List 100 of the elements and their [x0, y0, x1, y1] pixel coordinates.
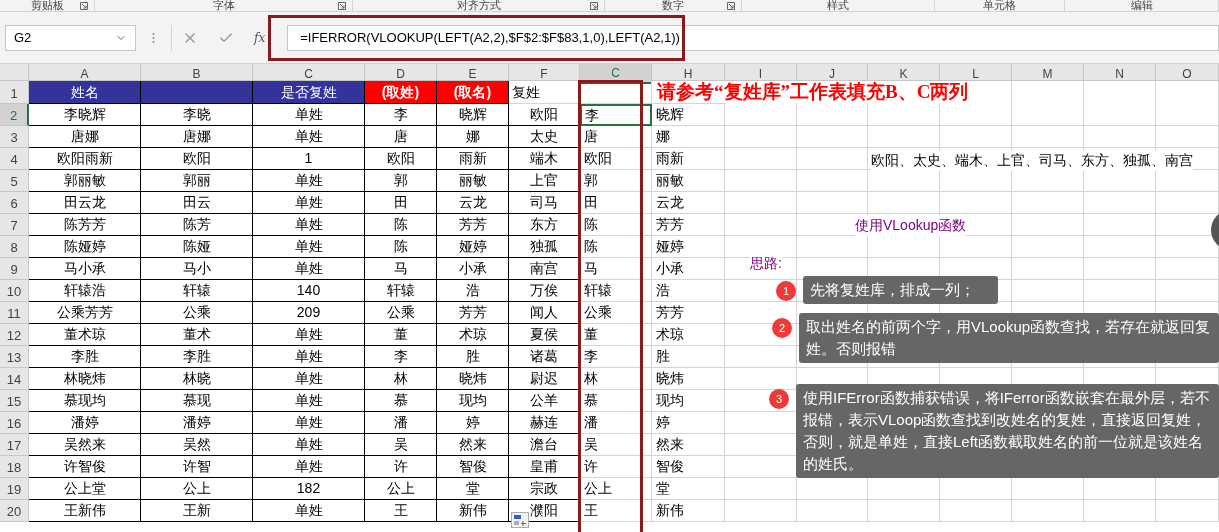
grid-cell: [725, 346, 797, 368]
table-cell: 欧阳: [580, 148, 652, 170]
grid-cell: [797, 170, 868, 192]
grid-cell: [940, 192, 1012, 214]
row-header[interactable]: 20: [0, 500, 29, 522]
table-cell: 轩辕: [580, 280, 652, 302]
table-cell: 王新伟: [29, 500, 141, 522]
row-header[interactable]: 13: [0, 346, 29, 368]
row-header[interactable]: 8: [0, 236, 29, 258]
table-cell: 李: [580, 346, 652, 368]
grid-cell: [1012, 258, 1084, 280]
paste-options-icon[interactable]: [511, 512, 529, 528]
table-cell: 许: [580, 456, 652, 478]
row-header[interactable]: 11: [0, 302, 29, 324]
table-cell: 公羊: [509, 390, 580, 412]
table-cell: 公乘: [141, 302, 253, 324]
table-cell: 单姓: [253, 368, 365, 390]
grid-cell: [1084, 258, 1156, 280]
row-header[interactable]: 12: [0, 324, 29, 346]
grid-cell: [1084, 500, 1156, 522]
dialog-launcher-icon[interactable]: [338, 2, 346, 10]
table-cell: 欧阳雨新: [29, 148, 141, 170]
insert-function-button[interactable]: fx: [254, 28, 266, 47]
row-header[interactable]: 1: [0, 81, 29, 104]
dialog-launcher-icon[interactable]: [727, 2, 735, 10]
table-cell: 唐: [365, 126, 437, 148]
row-header[interactable]: 6: [0, 192, 29, 214]
table-cell: 唐娜: [141, 126, 253, 148]
row-header[interactable]: 19: [0, 478, 29, 500]
table-cell: 独孤: [509, 236, 580, 258]
table-cell: 陈: [580, 214, 652, 236]
ribbon-group-label: 字体: [212, 0, 235, 11]
sheet-title: 请参考“复姓库”工作表填充B、C两列: [657, 81, 969, 103]
formula-field[interactable]: =IFERROR(VLOOKUP(LEFT(A2,2),$F$2:$F$83,1,0),LEFT(A2,1)): [287, 24, 1219, 51]
column-header[interactable]: M: [1012, 64, 1084, 84]
table-cell: 李胜: [141, 346, 253, 368]
table-cell: 慕现均: [29, 390, 141, 412]
grid-cell: [1012, 192, 1084, 214]
table-cell: 林晓炜: [29, 368, 141, 390]
row-header[interactable]: 16: [0, 412, 29, 434]
dialog-launcher-icon[interactable]: [590, 2, 598, 10]
hint-text: 使用VLookup函数: [855, 215, 967, 236]
table-cell: 单姓: [253, 170, 365, 192]
table-cell: 婷: [652, 412, 725, 434]
table-cell: 南宫: [509, 258, 580, 280]
table-cell: 云龙: [652, 192, 725, 214]
dialog-launcher-icon[interactable]: [80, 2, 88, 10]
table-cell: 单姓: [253, 390, 365, 412]
table-cell: 陈娅: [141, 236, 253, 258]
table-cell: 潘婷: [29, 412, 141, 434]
table-cell: 智俊: [652, 456, 725, 478]
table-cell: 欧阳: [141, 148, 253, 170]
table-cell: 赫连: [509, 412, 580, 434]
table-cell: 公乘: [580, 302, 652, 324]
table-cell: 董术琼: [29, 324, 141, 346]
table-cell: 单姓: [253, 126, 365, 148]
table-cell: 娅婷: [652, 236, 725, 258]
callout-note: 取出姓名的前两个字，用VLookup函数查找，若存在就返回复姓。否则报错: [799, 313, 1219, 363]
grid-cell: [868, 192, 940, 214]
grid-cell: [725, 214, 797, 236]
table-cell: 林: [365, 368, 437, 390]
row-header[interactable]: 18: [0, 456, 29, 478]
column-header[interactable]: O: [1156, 64, 1219, 84]
table-cell: 东方: [509, 214, 580, 236]
table-cell: 李: [365, 104, 437, 126]
table-cell: 单姓: [253, 434, 365, 456]
table-cell: 单姓: [253, 500, 365, 522]
name-box[interactable]: G2: [5, 24, 136, 51]
table-cell: 李: [365, 346, 437, 368]
table-cell: 单姓: [253, 258, 365, 280]
grid-cell: [725, 170, 797, 192]
table-cell: 单姓: [253, 346, 365, 368]
grid-cell: [868, 500, 940, 522]
row-header[interactable]: 9: [0, 258, 29, 280]
row-header[interactable]: 14: [0, 368, 29, 390]
table-cell: 然来: [437, 434, 509, 456]
row-header[interactable]: 3: [0, 126, 29, 148]
table-cell: 公乘芳芳: [29, 302, 141, 324]
row-header[interactable]: 4: [0, 148, 29, 170]
table-cell: 皇甫: [509, 456, 580, 478]
row-header[interactable]: 7: [0, 214, 29, 236]
table-cell: 万俟: [509, 280, 580, 302]
table-cell: 潘: [580, 412, 652, 434]
row-header[interactable]: 2: [0, 104, 29, 126]
column-header[interactable]: N: [1084, 64, 1156, 84]
table-cell: 马小: [141, 258, 253, 280]
row-header[interactable]: 17: [0, 434, 29, 456]
row-header[interactable]: 10: [0, 280, 29, 302]
table-cell: 芳芳: [652, 214, 725, 236]
table-cell: 田云龙: [29, 192, 141, 214]
table-cell: 田: [580, 192, 652, 214]
row-header[interactable]: 15: [0, 390, 29, 412]
table-cell: 宗政: [509, 478, 580, 500]
table-cell: 单姓: [253, 456, 365, 478]
grid-cell: [1156, 192, 1219, 214]
table-cell: 堂: [652, 478, 725, 500]
row-header[interactable]: 5: [0, 170, 29, 192]
grid-cell: [725, 148, 797, 170]
table-cell: 陈: [580, 236, 652, 258]
table-cell: 轩辕浩: [29, 280, 141, 302]
